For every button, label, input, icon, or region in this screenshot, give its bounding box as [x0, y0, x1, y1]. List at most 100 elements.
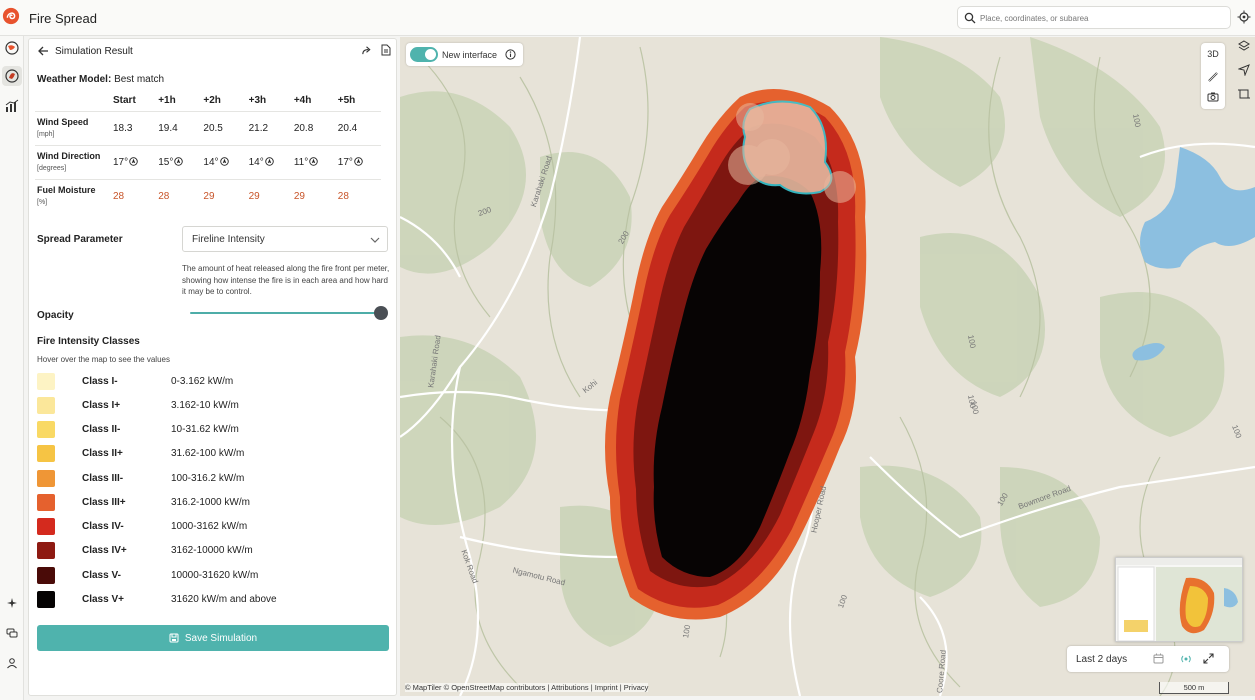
- col-header: +1h: [156, 91, 202, 112]
- user-icon: [7, 658, 17, 669]
- legend-class-name: Class II-: [82, 424, 121, 435]
- live-signal-icon[interactable]: [1180, 653, 1192, 665]
- weather-model-label: Weather Model:: [37, 74, 112, 85]
- cell: 17°: [335, 145, 381, 180]
- map-scale: 500 m: [1159, 682, 1229, 694]
- legend-swatch: [37, 567, 55, 584]
- rail-chat-button[interactable]: [2, 623, 22, 643]
- legend-row: Class V+ 31620 kW/m and above: [37, 589, 377, 609]
- legend-swatch: [37, 445, 55, 462]
- spread-parameter-value: Fireline Intensity: [192, 234, 265, 245]
- col-header: +3h: [246, 91, 292, 112]
- sparkle-icon: [7, 598, 17, 608]
- panel-title: Simulation Result: [55, 46, 133, 57]
- cell-value: 15°: [158, 156, 174, 168]
- simulation-panel: Simulation Result Weather Model: Best ma…: [28, 38, 397, 696]
- save-icon: [169, 633, 179, 643]
- spread-parameter-description: The amount of heat released along the fi…: [182, 264, 390, 296]
- legend-row: Class III- 100-316.2 kW/m: [37, 468, 377, 488]
- time-range-select[interactable]: Last 2 days: [1076, 654, 1127, 665]
- opacity-slider-handle[interactable]: [374, 306, 388, 320]
- col-header: +5h: [335, 91, 381, 112]
- legend-class-name: Class I-: [82, 376, 118, 387]
- legend-swatch: [37, 397, 55, 414]
- camera-icon[interactable]: [1207, 91, 1219, 103]
- search-input[interactable]: [980, 10, 1220, 26]
- legend-class-range: 10-31.62 kW/m: [171, 424, 239, 435]
- back-arrow-icon[interactable]: [37, 45, 49, 57]
- rail-analytics-button[interactable]: [2, 96, 22, 116]
- legend-class-range: 3.162-10 kW/m: [171, 400, 239, 411]
- rail-hazard-button[interactable]: [2, 38, 22, 58]
- legend-swatch: [37, 373, 55, 390]
- legend-class-range: 31.62-100 kW/m: [171, 448, 245, 459]
- save-simulation-button[interactable]: Save Simulation: [37, 625, 389, 651]
- document-icon[interactable]: [381, 44, 391, 56]
- classes-hint: Hover over the map to see the values: [37, 355, 170, 364]
- spread-parameter-select[interactable]: Fireline Intensity: [182, 226, 388, 252]
- legend-class-range: 100-316.2 kW/m: [171, 473, 245, 484]
- legend-class-name: Class III-: [82, 473, 124, 484]
- col-header: +4h: [291, 91, 336, 112]
- row-unit: [mph]: [37, 130, 55, 138]
- classes-title: Fire Intensity Classes: [37, 336, 140, 347]
- map-attribution[interactable]: © MapTiler © OpenStreetMap contributors …: [405, 683, 649, 692]
- cell-value: 17°: [113, 156, 129, 168]
- ruler-icon[interactable]: [1207, 71, 1219, 83]
- row-unit: [degrees]: [37, 164, 67, 172]
- new-interface-toggle[interactable]: [410, 47, 438, 62]
- legend-swatch: [37, 470, 55, 487]
- cell: 28: [158, 190, 170, 202]
- legend-row: Class II- 10-31.62 kW/m: [37, 419, 377, 439]
- opacity-slider-track[interactable]: [190, 312, 380, 314]
- panel-header: Simulation Result: [29, 39, 398, 63]
- table-row-wind-speed: Wind Speed [mph] 18.3 19.4 20.5 21.2 20.8…: [35, 111, 381, 146]
- app-logo-icon[interactable]: [2, 7, 20, 25]
- calendar-icon[interactable]: [1153, 653, 1164, 664]
- rail-ai-button[interactable]: [2, 593, 22, 613]
- row-label: Fuel Moisture [%]: [35, 179, 111, 213]
- chevron-down-icon: [370, 237, 380, 243]
- cell: 15°: [156, 145, 202, 180]
- row-label-text: Wind Direction: [37, 150, 101, 161]
- opacity-label: Opacity: [37, 310, 74, 321]
- chat-icon: [6, 628, 18, 638]
- direction-arrow-icon: [129, 156, 138, 166]
- header-blank: [35, 91, 111, 112]
- legend-class-range: 10000-31620 kW/m: [171, 570, 259, 581]
- locate-icon[interactable]: [1237, 10, 1251, 24]
- rail-fire-spread-button[interactable]: [2, 66, 22, 86]
- weather-model-value: Best match: [114, 74, 165, 85]
- weather-model: Weather Model: Best match: [37, 74, 164, 85]
- legend-class-range: 316.2-1000 kW/m: [171, 497, 250, 508]
- cell: 14°: [201, 145, 247, 180]
- save-simulation-label: Save Simulation: [184, 632, 258, 644]
- cell: 19.4: [156, 111, 202, 146]
- direction-arrow-icon: [174, 156, 184, 166]
- search-box[interactable]: [957, 6, 1231, 29]
- row-label: Wind Speed [mph]: [35, 111, 111, 146]
- new-interface-toggle-box: New interface: [406, 43, 523, 66]
- info-icon[interactable]: [505, 49, 516, 60]
- legend-class-name: Class V-: [82, 570, 121, 581]
- row-label-text: Fuel Moisture: [37, 184, 96, 195]
- cell: 28: [113, 190, 125, 202]
- layers-icon[interactable]: [1238, 40, 1250, 52]
- expand-icon[interactable]: [1203, 653, 1214, 664]
- cell-value: 17°: [337, 156, 353, 168]
- frame-icon[interactable]: [1238, 88, 1250, 100]
- direction-arrow-icon: [309, 156, 318, 166]
- 3d-button[interactable]: 3D: [1201, 49, 1225, 59]
- minimap-preview[interactable]: [1115, 557, 1243, 642]
- col-header: Start: [111, 91, 157, 112]
- legend-class-name: Class III+: [82, 497, 126, 508]
- direction-arrow-icon: [354, 156, 363, 166]
- rail-user-button[interactable]: [2, 653, 22, 673]
- navigate-icon[interactable]: [1238, 64, 1250, 76]
- share-icon[interactable]: [361, 45, 372, 56]
- top-bar: Fire Spread: [0, 0, 1255, 36]
- globe-fire-icon: [5, 41, 19, 55]
- legend-swatch: [37, 421, 55, 438]
- map-view[interactable]: Karahaki Road Karahaki Road Kohi Hooper …: [400, 37, 1255, 696]
- legend-row: Class IV+ 3162-10000 kW/m: [37, 540, 377, 560]
